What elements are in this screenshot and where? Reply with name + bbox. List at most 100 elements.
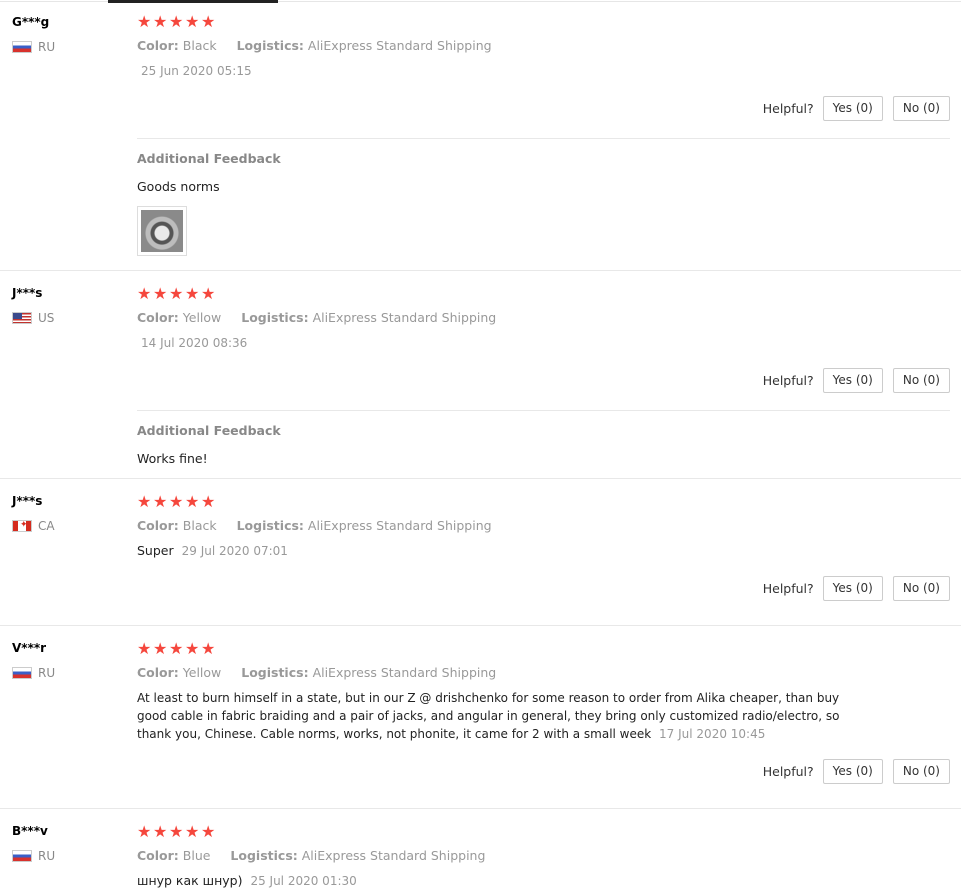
helpful-label: Helpful?: [762, 101, 814, 116]
review-content: 14 Jul 2020 08:36: [137, 334, 950, 352]
reviewer-country: RU: [12, 666, 122, 680]
order-attributes: Color: Black Logistics: AliExpress Stand…: [137, 518, 950, 534]
helpful-vote: Helpful? Yes (0) No (0): [763, 759, 950, 784]
reviewer-name: G***g: [12, 15, 50, 29]
logistics-value: AliExpress Standard Shipping: [307, 38, 492, 53]
country-code: RU: [38, 40, 56, 54]
russia-flag-icon: [12, 41, 32, 53]
logistics-key: Logistics:: [241, 665, 309, 680]
reviewer-name: B***v: [12, 824, 48, 838]
russia-flag-icon: [12, 850, 32, 862]
helpful-label: Helpful?: [762, 373, 814, 388]
star-icon: ★: [137, 284, 152, 303]
helpful-yes-button[interactable]: Yes (0): [822, 576, 883, 601]
color-value: Yellow: [182, 310, 222, 325]
review-item: J***s CA ★★★★★ Color: Black Logistics: A…: [0, 479, 961, 626]
star-icon: ★: [137, 492, 152, 511]
star-icon: ★: [153, 12, 168, 31]
feedback-divider: [137, 410, 950, 411]
review-content: At least to burn himself in a state, but…: [137, 689, 851, 743]
color-key: Color:: [137, 38, 179, 53]
color-value: Blue: [182, 848, 211, 863]
color-value: Yellow: [182, 665, 222, 680]
review-item: B***v RU ★ ★ ★ ★ ★ Color: Blue Logistics: Al…: [0, 809, 961, 893]
review-body: ★ ★ ★ ★ ★ Color: Blue Logistics: AliExpress …: [137, 824, 950, 890]
review-date: 14 Jul 2020 08:36: [141, 336, 248, 350]
star-icon: ★: [201, 492, 216, 511]
star-icon: ★: [185, 492, 200, 511]
star-icon: ★: [153, 284, 168, 303]
country-code: CA: [38, 519, 55, 533]
color-key: Color:: [137, 665, 179, 680]
logistics-key: Logistics:: [241, 310, 309, 325]
order-attributes: Color: Blue Logistics: AliExpress Standa…: [137, 848, 950, 864]
review-photo-thumbnail[interactable]: [137, 206, 187, 256]
reviewer-name: J***s: [12, 494, 43, 508]
review-text: Super: [137, 543, 174, 558]
star-icon: ★: [153, 822, 168, 841]
color-value: Black: [182, 38, 217, 53]
logistics-value: AliExpress Standard Shipping: [307, 518, 492, 533]
star-rating: ★ ★ ★ ★ ★: [137, 494, 950, 510]
additional-feedback-text: Goods norms: [137, 179, 220, 194]
review-item: G***g RU ★ ★ ★ ★ ★ Color: Black Logistics: A…: [0, 0, 961, 271]
star-icon: ★: [153, 492, 168, 511]
order-attributes: Color: Black Logistics: AliExpress Stand…: [137, 38, 950, 54]
helpful-no-button[interactable]: No (0): [892, 576, 950, 601]
review-item: J***s US ★ ★ ★ ★ ★ Color: Yellow Logistics: …: [0, 271, 961, 479]
star-rating: ★ ★ ★ ★ ★: [137, 824, 950, 840]
color-key: Color:: [137, 518, 179, 533]
star-icon: ★: [137, 822, 152, 841]
helpful-yes-button[interactable]: Yes (0): [822, 96, 883, 121]
helpful-yes-button[interactable]: Yes (0): [822, 759, 883, 784]
review-date: 25 Jul 2020 01:30: [250, 874, 357, 888]
review-body: ★ ★ ★ ★ ★ Color: Yellow Logistics: AliExpres…: [137, 286, 950, 352]
review-content: шнур как шнур) 25 Jul 2020 01:30: [137, 872, 950, 890]
reviewer-country: CA: [12, 519, 122, 533]
helpful-no-button[interactable]: No (0): [892, 96, 950, 121]
additional-feedback-title: Additional Feedback: [137, 423, 281, 438]
logistics-key: Logistics:: [236, 38, 304, 53]
helpful-yes-button[interactable]: Yes (0): [822, 368, 883, 393]
logistics-key: Logistics:: [230, 848, 298, 863]
russia-flag-icon: [12, 667, 32, 679]
star-icon: ★: [137, 12, 152, 31]
star-icon: ★: [137, 639, 152, 658]
canada-flag-icon: [12, 520, 32, 532]
helpful-vote: Helpful? Yes (0) No (0): [763, 368, 950, 393]
feedback-divider: [137, 138, 950, 139]
country-code: RU: [38, 666, 56, 680]
star-icon: ★: [201, 12, 216, 31]
review-body: ★ ★ ★ ★ ★ Color: Black Logistics: AliExpress…: [137, 494, 950, 560]
star-icon: ★: [201, 284, 216, 303]
review-body: ★ ★ ★ ★ ★ Color: Black Logistics: AliExpress…: [137, 14, 950, 80]
review-photo-image: [141, 210, 183, 252]
reviewer-info: V***r RU: [12, 640, 122, 680]
star-icon: ★: [169, 639, 184, 658]
additional-feedback-title: Additional Feedback: [137, 151, 281, 166]
reviewer-info: J***s US: [12, 285, 122, 325]
logistics-value: AliExpress Standard Shipping: [301, 848, 486, 863]
star-rating: ★ ★ ★ ★ ★: [137, 14, 950, 30]
star-icon: ★: [185, 822, 200, 841]
star-icon: ★: [185, 12, 200, 31]
order-attributes: Color: Yellow Logistics: AliExpress Stan…: [137, 310, 950, 326]
reviewer-country: RU: [12, 40, 122, 54]
star-icon: ★: [201, 822, 216, 841]
usa-flag-icon: [12, 312, 32, 324]
review-content: 25 Jun 2020 05:15: [137, 62, 950, 80]
logistics-value: AliExpress Standard Shipping: [312, 310, 497, 325]
additional-feedback-text: Works fine!: [137, 451, 208, 466]
star-icon: ★: [185, 639, 200, 658]
reviewer-country: US: [12, 311, 122, 325]
color-key: Color:: [137, 848, 179, 863]
helpful-no-button[interactable]: No (0): [892, 368, 950, 393]
helpful-no-button[interactable]: No (0): [892, 759, 950, 784]
country-code: US: [38, 311, 55, 325]
helpful-label: Helpful?: [762, 764, 814, 779]
review-date: 25 Jun 2020 05:15: [141, 64, 252, 78]
reviewer-name: J***s: [12, 286, 43, 300]
order-attributes: Color: Yellow Logistics: AliExpress Stan…: [137, 665, 851, 681]
reviewer-info: J***s CA: [12, 493, 122, 533]
logistics-value: AliExpress Standard Shipping: [312, 665, 497, 680]
